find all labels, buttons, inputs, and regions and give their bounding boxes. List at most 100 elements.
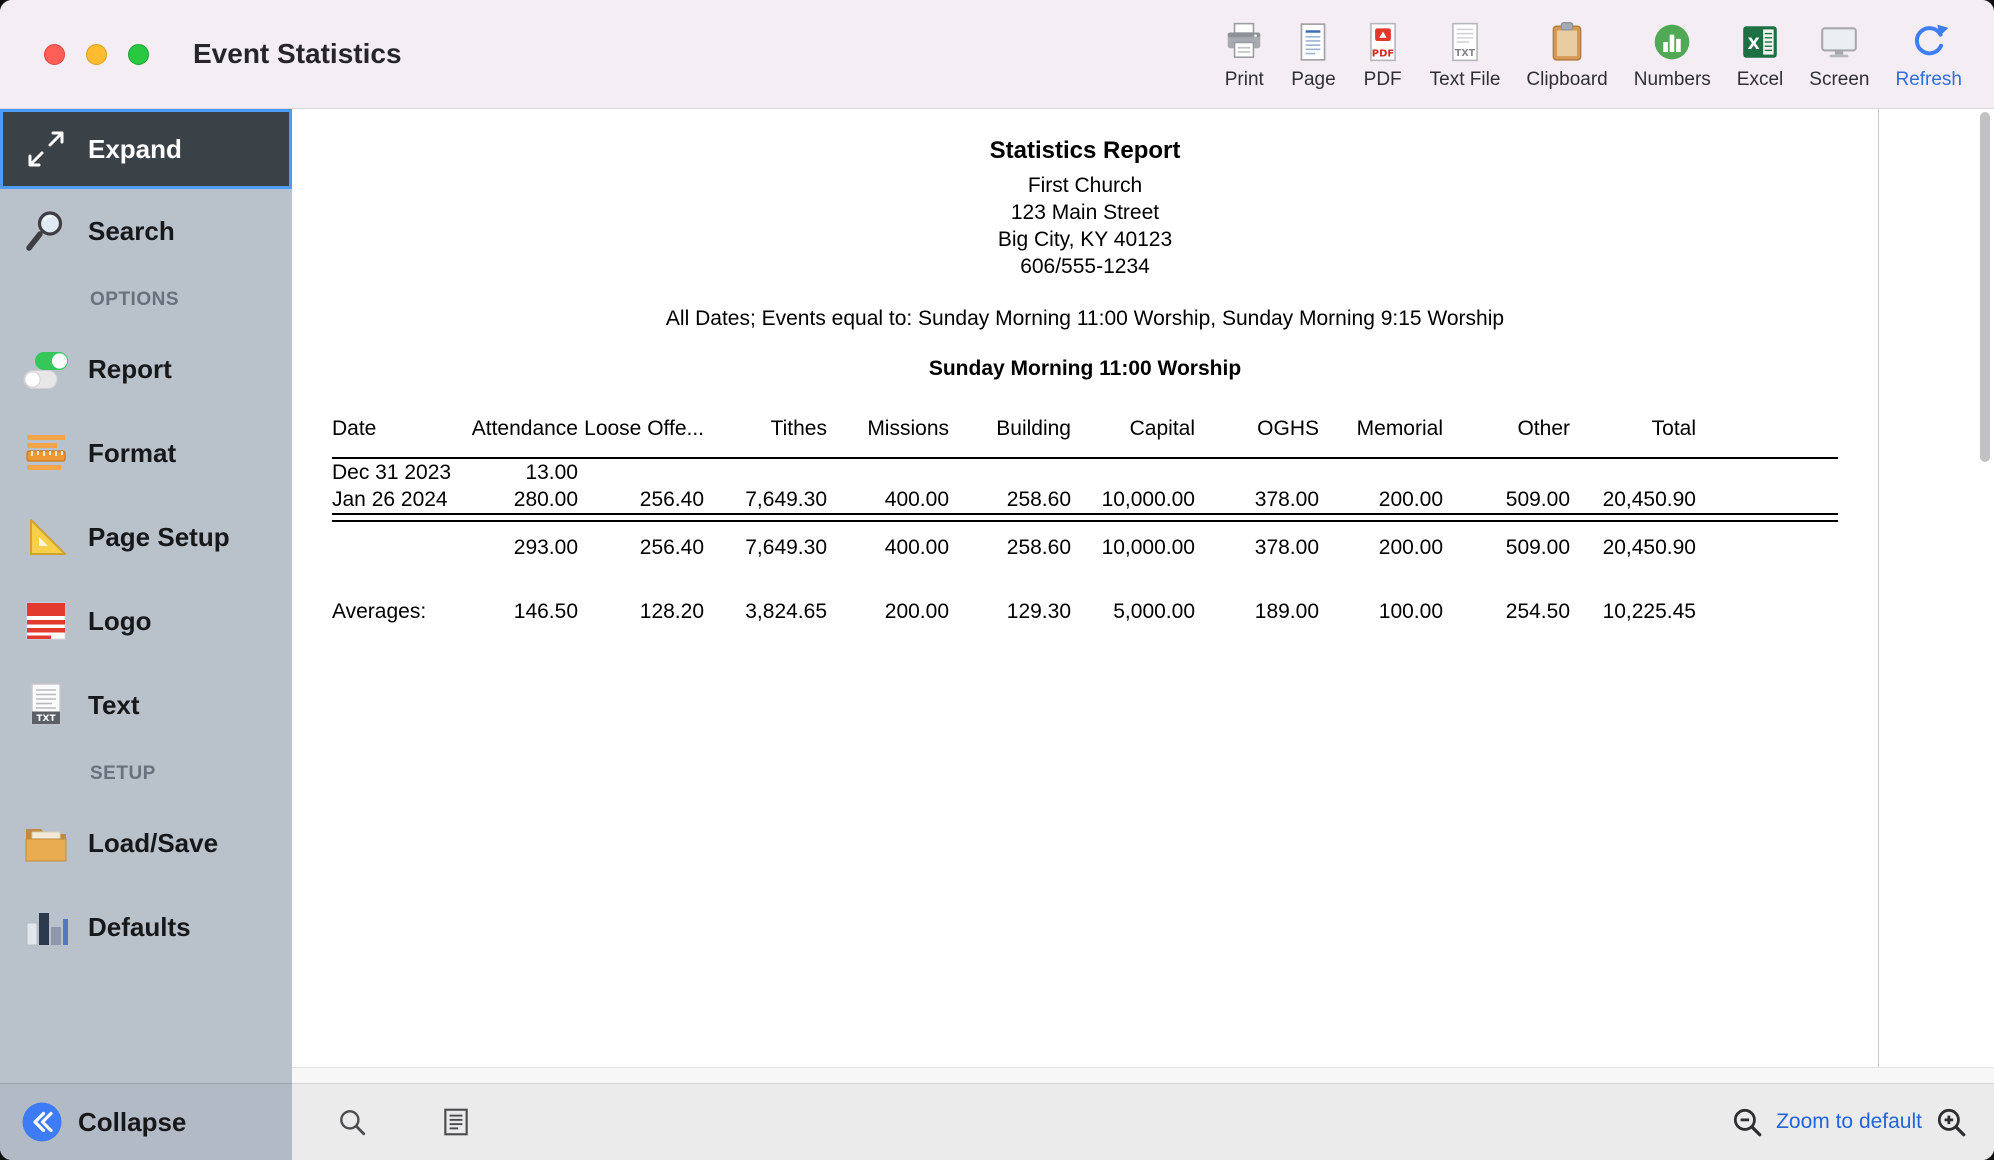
table-cell: Averages: [332,598,462,625]
report-title: Statistics Report [292,137,1878,165]
sidebar-spacer [0,969,292,1083]
table-gap-row [332,574,1838,598]
sidebar: Expand Search OPTIONS [0,109,292,1160]
report-phone: 606/555-1234 [292,253,1878,280]
sidebar-item-page-setup[interactable]: Page Setup [0,495,292,579]
numbers-button[interactable]: Numbers [1624,14,1721,95]
report-page: Statistics Report First Church 123 Main … [292,109,1878,625]
table-cell: 293.00 [462,521,578,574]
collapse-sidebar-button[interactable]: Collapse [0,1083,292,1160]
table-cell: 509.00 [1443,521,1570,574]
excel-button[interactable]: X Excel [1727,14,1793,95]
report-org-name: First Church [292,172,1878,199]
sidebar-item-logo[interactable]: Logo [0,579,292,663]
table-cell: 128.20 [578,598,704,625]
content-area: Statistics Report First Church 123 Main … [292,109,1994,1160]
column-header: Missions [827,403,949,458]
sidebar-item-load-save[interactable]: Load/Save [0,801,292,885]
traffic-lights [0,44,149,65]
close-window-button[interactable] [44,44,65,65]
table-cell: 146.50 [462,598,578,625]
main-area: Expand Search OPTIONS [0,109,1994,1160]
sidebar-item-label: Format [88,438,176,469]
sidebar-item-label: Text [88,690,140,721]
text-file-button[interactable]: TXT Text File [1420,14,1511,95]
column-header: Building [949,403,1071,458]
sidebar-item-expand[interactable]: Expand [0,109,292,189]
report-address: 123 Main Street [292,199,1878,226]
sidebar-item-label: Collapse [78,1107,186,1138]
sidebar-item-label: Logo [88,606,152,637]
table-cell: 509.00 [1443,486,1570,514]
folder-icon [14,819,78,867]
table-cell: 7,649.30 [704,486,827,514]
table-cell: 20,450.90 [1570,486,1838,514]
numbers-chart-icon [1651,18,1693,66]
sidebar-item-text[interactable]: TXT Text [0,663,292,747]
sidebar-item-search[interactable]: Search [0,189,292,273]
pdf-button[interactable]: PDF PDF [1352,14,1414,95]
zoom-controls: Zoom to default [1730,1105,1968,1139]
sidebar-item-defaults[interactable]: Defaults [0,885,292,969]
zoom-out-icon [1730,1105,1764,1139]
table-cell: 258.60 [949,486,1071,514]
table-cell: 10,000.00 [1071,486,1195,514]
page-edge-divider [1878,109,1879,1067]
table-cell: 200.00 [827,598,949,625]
zoom-to-default-link[interactable]: Zoom to default [1776,1110,1922,1134]
table-cell: 3,824.65 [704,598,827,625]
clipboard-icon [1546,18,1588,66]
table-cell: 400.00 [827,521,949,574]
toolbar-label: Clipboard [1526,69,1607,91]
report-view-button[interactable] [440,1106,472,1138]
refresh-button[interactable]: Refresh [1885,14,1972,95]
sidebar-item-label: Page Setup [88,522,230,553]
double-rule [332,514,1838,521]
report-section-title: Sunday Morning 11:00 Worship [292,357,1878,381]
table-cell: 280.00 [462,486,578,514]
set-square-icon [14,513,78,561]
zoom-in-button[interactable] [1934,1105,1968,1139]
table-cell [1071,458,1195,486]
column-header: Other [1443,403,1570,458]
table-row: Jan 26 2024 280.00 256.40 7,649.30 400.0… [332,486,1838,514]
excel-icon: X [1739,18,1781,66]
table-cell: 5,000.00 [1071,598,1195,625]
sidebar-item-report[interactable]: Report [0,327,292,411]
sidebar-item-label: Search [88,216,175,247]
sidebar-section-setup: SETUP [0,747,292,801]
toolbar-label: PDF [1364,69,1402,91]
table-header-row: Date Attendance Loose Offe... Tithes Mis… [332,403,1838,458]
table-cell [1443,458,1570,486]
clipboard-button[interactable]: Clipboard [1516,14,1617,95]
zoom-out-button[interactable] [1730,1105,1764,1139]
table-averages-row: Averages: 146.50 128.20 3,824.65 200.00 … [332,598,1838,625]
zoom-window-button[interactable] [128,44,149,65]
table-cell: 129.30 [949,598,1071,625]
table-cell [1319,458,1443,486]
horizontal-scroll-track[interactable] [292,1067,1994,1083]
screen-button[interactable]: Screen [1799,14,1879,95]
table-cell: 254.50 [1443,598,1570,625]
logo-stripes-icon [14,597,78,645]
column-header: Capital [1071,403,1195,458]
table-cell: 20,450.90 [1570,521,1838,574]
expand-arrows-icon [14,127,78,171]
table-cell: 189.00 [1195,598,1319,625]
toolbar-label: Screen [1809,69,1869,91]
sidebar-item-format[interactable]: Format [0,411,292,495]
print-button[interactable]: Print [1213,14,1275,95]
page-button[interactable]: Page [1281,14,1345,95]
sidebar-section-options: OPTIONS [0,273,292,327]
vertical-scrollbar[interactable] [1980,112,1990,462]
collapse-chevrons-icon [18,1100,66,1144]
table-cell [1570,458,1838,486]
window-title: Event Statistics [193,38,402,70]
table-cell: 378.00 [1195,486,1319,514]
statistics-table: Date Attendance Loose Offe... Tithes Mis… [332,403,1838,625]
table-cell: 13.00 [462,458,578,486]
printer-icon [1223,18,1265,66]
search-report-button[interactable] [336,1106,368,1138]
minimize-window-button[interactable] [86,44,107,65]
table-cell: 200.00 [1319,521,1443,574]
